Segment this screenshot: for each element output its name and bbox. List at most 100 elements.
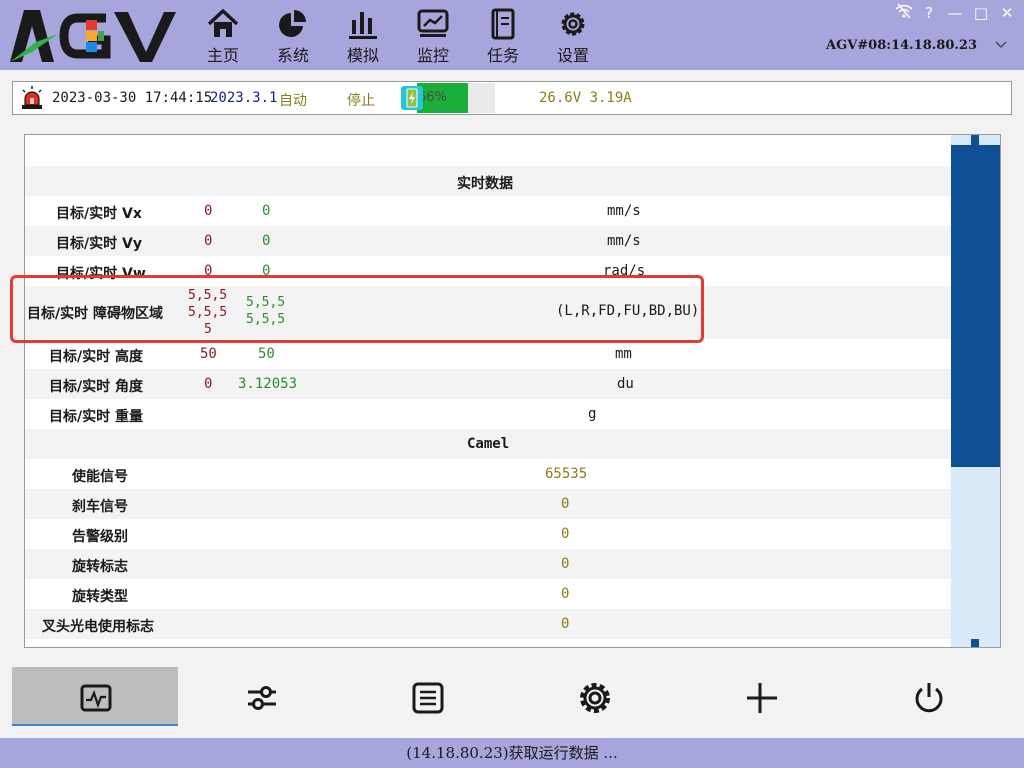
bottom-status-bar: (14.18.80.23)获取运行数据 ... xyxy=(0,738,1024,768)
nav-monitor[interactable]: 监控 xyxy=(406,8,460,65)
device-selector-value: AGV#08:14.18.80.23 xyxy=(826,38,977,53)
section-title-realtime: 实时数据 xyxy=(457,176,513,192)
nav-settings-label: 设置 xyxy=(556,46,589,65)
table-row: 刹车信号 0 xyxy=(25,489,951,519)
bottom-status-text: (14.18.80.23)获取运行数据 ... xyxy=(406,744,618,762)
row-target-value: 5,5,5 xyxy=(188,305,228,320)
nav-monitor-label: 监控 xyxy=(416,46,449,65)
task-list-icon xyxy=(491,8,515,40)
pie-chart-icon xyxy=(279,10,306,37)
row-target-value: 0 xyxy=(204,263,213,279)
row-value: 0 xyxy=(561,586,570,602)
section-header-camel: Camel xyxy=(25,429,951,459)
row-label: 旋转标志 xyxy=(72,559,128,575)
row-label: 目标/实时 Vw xyxy=(56,266,146,282)
vertical-scrollbar[interactable] xyxy=(951,135,1000,647)
table-row: 旋转类型 0 xyxy=(25,579,951,609)
row-label: 目标/实时 Vy xyxy=(56,236,142,252)
document-icon xyxy=(412,682,444,714)
nav-system[interactable]: 系统 xyxy=(266,8,320,65)
row-unit: mm xyxy=(615,346,632,362)
nav-task[interactable]: 任务 xyxy=(476,8,530,65)
row-actual-value: 0 xyxy=(262,233,271,249)
table-row: 告警级别 0 xyxy=(25,519,951,549)
maximize-button[interactable]: □ xyxy=(970,3,992,23)
row-target-value: 0 xyxy=(204,203,213,219)
row-actual-value: 3.12053 xyxy=(238,376,298,392)
table-row: 目标/实时 高度 50 50 mm xyxy=(25,339,951,369)
gear-icon xyxy=(561,12,585,36)
toolbar-power-button[interactable] xyxy=(845,667,1011,726)
row-target-value: 5 xyxy=(204,322,212,337)
nav-settings[interactable]: 设置 xyxy=(546,8,600,65)
table-row: 目标/实时 Vw 0 0 rad/s xyxy=(25,256,951,286)
table-row: 目标/实时 重量 g xyxy=(25,399,951,429)
minimize-button[interactable]: — xyxy=(944,3,966,23)
section-header-realtime: 实时数据 xyxy=(25,166,951,196)
table-row: 目标/实时 Vx 0 0 mm/s xyxy=(25,196,951,226)
status-mode: 自动 xyxy=(279,93,307,109)
row-unit: mm/s xyxy=(607,233,641,249)
nav-home[interactable]: 主页 xyxy=(196,8,250,65)
row-label: 使能信号 xyxy=(72,469,128,485)
app-header: 主页 系统 模拟 监控 任务 设置 ? — □ ✕ AGV#08:14.18.8… xyxy=(0,0,1024,70)
toolbar-settings-button[interactable] xyxy=(511,667,677,726)
wifi-off-icon xyxy=(895,3,913,19)
device-selector[interactable]: AGV#08:14.18.80.23 xyxy=(822,36,1012,58)
nav-system-label: 系统 xyxy=(276,46,309,65)
row-label: 目标/实时 障碍物区域 xyxy=(27,306,163,322)
status-state: 停止 xyxy=(347,93,375,109)
row-actual-value: 50 xyxy=(258,346,275,362)
row-value: 0 xyxy=(561,616,570,632)
chevron-down-icon xyxy=(995,41,1007,49)
battery-gauge: 66% xyxy=(417,83,495,113)
row-label: 目标/实时 高度 xyxy=(49,349,143,365)
row-label: 目标/实时 重量 xyxy=(49,409,143,425)
row-value: 0 xyxy=(561,496,570,512)
toolbar-adjust-button[interactable] xyxy=(178,667,344,726)
activity-monitor-icon xyxy=(80,684,112,712)
row-actual-value: 5,5,5 xyxy=(246,295,286,310)
table-row: 叉头光电使用标志 0 xyxy=(25,609,951,639)
scrollbar-bottom-marker xyxy=(971,639,979,647)
power-icon xyxy=(915,683,943,713)
nav-simulate[interactable]: 模拟 xyxy=(336,8,390,65)
help-button[interactable]: ? xyxy=(918,3,940,23)
row-actual-value: 5,5,5 xyxy=(246,312,286,327)
close-button[interactable]: ✕ xyxy=(996,3,1018,23)
scrollbar-thumb[interactable] xyxy=(951,145,1000,467)
row-actual-value: 0 xyxy=(262,263,271,279)
home-icon xyxy=(207,9,239,37)
table-row: 目标/实时 Vy 0 0 mm/s xyxy=(25,226,951,256)
toolbar-monitor-button[interactable] xyxy=(12,667,178,726)
row-label: 告警级别 xyxy=(72,529,128,545)
row-label: 目标/实时 Vx xyxy=(56,206,142,222)
toolbar-log-button[interactable] xyxy=(344,667,510,726)
table-row: 目标/实时 角度 0 3.12053 du xyxy=(25,369,951,399)
nav-task-label: 任务 xyxy=(486,46,519,65)
scrollbar-top-marker xyxy=(971,135,979,145)
status-version: 2023.3.1 xyxy=(210,90,278,106)
row-unit: rad/s xyxy=(603,263,646,279)
row-unit: du xyxy=(617,376,634,392)
row-target-value: 50 xyxy=(200,346,217,362)
row-unit: (L,R,FD,FU,BD,BU) xyxy=(556,303,700,319)
row-unit: g xyxy=(588,406,597,422)
row-target-value: 0 xyxy=(204,376,213,392)
realtime-data-table: 实时数据 目标/实时 Vx 0 0 mm/s 目标/实时 Vy 0 0 mm/s… xyxy=(24,134,1001,648)
bottom-toolbar xyxy=(0,666,1024,738)
sliders-icon xyxy=(248,686,276,710)
alarm-light-icon xyxy=(22,86,42,109)
row-label: 目标/实时 角度 xyxy=(49,379,143,395)
agv-logo xyxy=(10,10,176,62)
row-label: 旋转类型 xyxy=(72,589,128,605)
monitor-chart-icon xyxy=(417,9,449,37)
row-value: 0 xyxy=(561,526,570,542)
settings-icon xyxy=(580,683,610,713)
toolbar-add-button[interactable] xyxy=(678,667,844,726)
table-row-obstacle: 目标/实时 障碍物区域 5,5,5 5,5,5 5 5,5,5 5,5,5 (L… xyxy=(25,286,951,339)
bar-chart-icon xyxy=(349,12,377,39)
row-value: 0 xyxy=(561,556,570,572)
status-bar: 2023-03-30 17:44:15 2023.3.1 自动 停止 66% 2… xyxy=(12,81,1012,115)
row-unit: mm/s xyxy=(607,203,641,219)
